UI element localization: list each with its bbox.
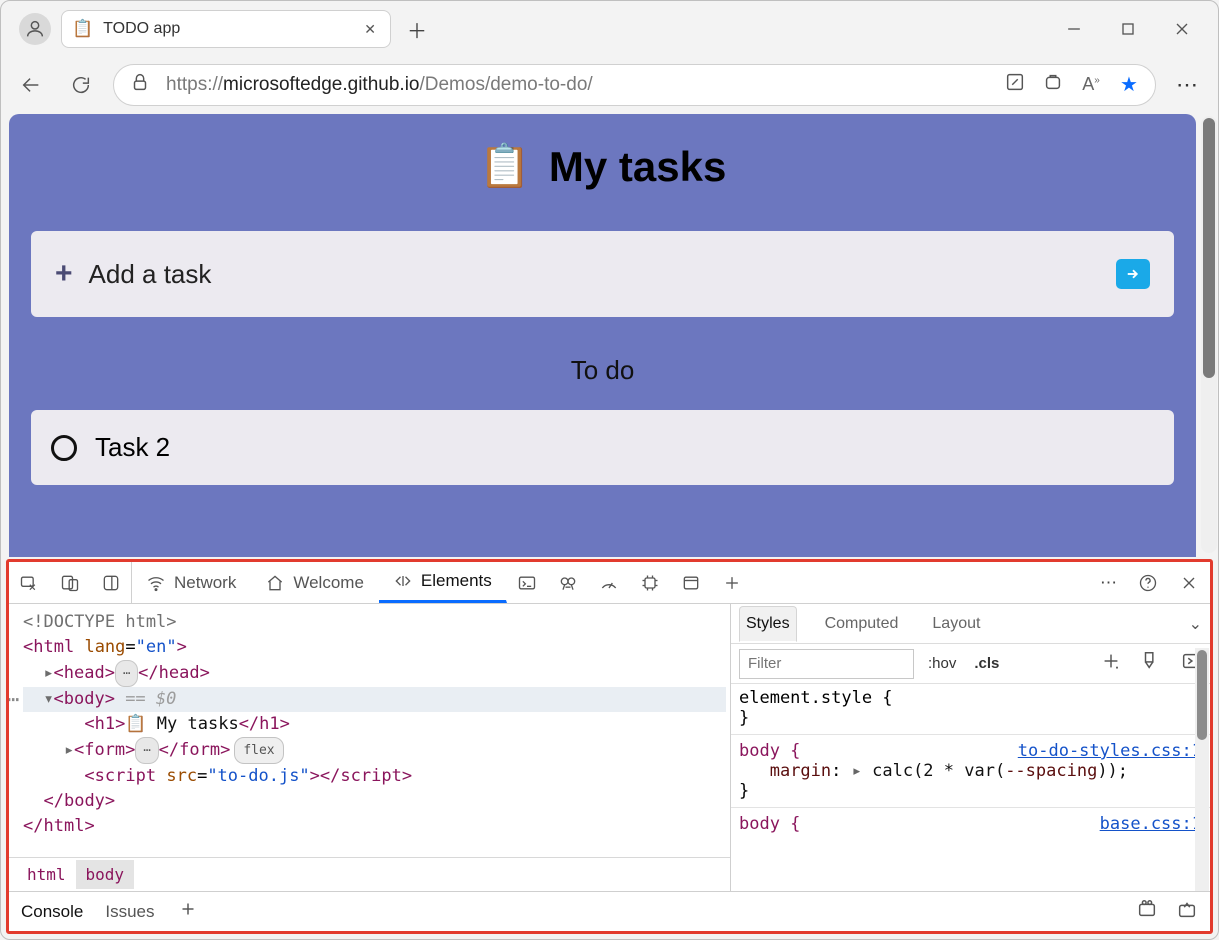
page-title-text: My tasks [549,143,726,191]
tab-close-button[interactable]: ✕ [360,17,380,42]
dom-tree[interactable]: <!DOCTYPE html> <html lang="en"> ▸<head>… [9,604,730,891]
tab-welcome[interactable]: Welcome [251,562,379,603]
favorite-star-icon[interactable]: ★ [1117,72,1141,97]
tab-label: Elements [421,571,492,591]
lock-icon[interactable] [128,71,152,98]
cls-toggle[interactable]: .cls [970,653,1003,674]
devtools-help-button[interactable] [1128,573,1169,593]
todo-app: 📋 My tasks + Add a task To do Task 2 [9,114,1196,557]
arrow-left-icon [20,74,42,96]
edit-icon[interactable] [1003,71,1027,98]
read-aloud-icon[interactable]: A» [1079,74,1103,95]
svg-text:▪: ▪ [1116,663,1119,672]
scrollbar-thumb[interactable] [1203,118,1215,378]
refresh-button[interactable] [63,67,99,103]
drawer-tab-console[interactable]: Console [21,902,83,922]
code-icon [393,571,413,591]
tab-network[interactable]: Network [132,562,251,603]
tab-console-icon[interactable] [507,562,548,603]
drawer-issues-icon[interactable] [1136,898,1158,925]
styles-pane: Styles Computed Layout ⌄ :hov .cls ▪ ele… [730,604,1210,891]
profile-avatar[interactable] [19,13,51,45]
css-rules[interactable]: element.style { } body {to-do-styles.css… [731,684,1210,891]
tab-memory-icon[interactable] [630,562,671,603]
styles-filter-input[interactable] [739,649,914,679]
tab-application-icon[interactable] [671,562,712,603]
url-text: https://microsoftedge.github.io/Demos/de… [166,74,989,96]
back-button[interactable] [13,67,49,103]
hov-toggle[interactable]: :hov [924,653,960,674]
clipboard-icon: 📋 [479,142,531,191]
devtools-body: <!DOCTYPE html> <html lang="en"> ▸<head>… [9,604,1210,891]
close-window-button[interactable] [1172,19,1192,39]
device-emulation-button[interactable] [50,562,91,603]
tab-elements[interactable]: Elements [379,562,507,603]
devtools-drawer: Console Issues [9,891,1210,931]
styles-tabs: Styles Computed Layout ⌄ [731,604,1210,644]
maximize-button[interactable] [1118,19,1138,39]
new-tab-button[interactable]: ＋ [399,11,435,47]
home-icon [265,573,285,593]
scrollbar[interactable] [1201,116,1217,553]
breadcrumb-html[interactable]: html [17,860,76,889]
inspect-element-button[interactable] [9,562,50,603]
add-tab-button[interactable] [712,562,753,603]
task-label: Task 2 [95,432,170,463]
plus-icon: + [55,257,73,291]
app-icon[interactable] [1041,71,1065,98]
window-controls [1064,19,1210,39]
css-source-link[interactable]: base.css:1 [1100,814,1202,834]
tab-styles[interactable]: Styles [739,606,797,642]
drawer-tab-issues[interactable]: Issues [105,902,154,922]
drawer-expand-icon[interactable] [1176,898,1198,925]
dock-side-button[interactable] [91,562,132,603]
breadcrumb-body[interactable]: body [76,860,135,889]
page-title: 📋 My tasks [31,142,1174,191]
task-row[interactable]: Task 2 [31,410,1174,485]
styles-scrollbar[interactable] [1195,648,1209,891]
dom-doctype: <!DOCTYPE html> [23,612,177,632]
devtools: Network Welcome Elements ⋯ <!DOCTYPE htm… [6,559,1213,934]
wifi-icon [146,573,166,593]
arrow-right-icon [1124,265,1142,283]
scrollbar-thumb[interactable] [1197,650,1207,740]
browser-titlebar: 📋 TODO app ✕ ＋ [1,1,1218,57]
tab-title: TODO app [103,20,180,38]
dom-breadcrumb[interactable]: html body [9,857,730,891]
refresh-icon [70,74,92,96]
devtools-close-button[interactable] [1169,573,1210,593]
settings-more-button[interactable]: ⋯ [1170,67,1206,103]
submit-button[interactable] [1116,259,1150,289]
minimize-button[interactable] [1064,19,1084,39]
tab-computed[interactable]: Computed [819,607,905,641]
add-task-placeholder: Add a task [89,259,212,290]
checkbox-circle-icon[interactable] [51,435,77,461]
tab-label: Welcome [293,573,364,593]
dom-selected-node[interactable]: ⋯ ▾<body> == $0 [23,687,726,712]
rule-element-style: element.style { [739,688,1202,708]
devtools-more-button[interactable]: ⋯ [1090,573,1128,593]
toolbar: https://microsoftedge.github.io/Demos/de… [1,57,1218,112]
section-header: To do [31,355,1174,386]
add-task-input[interactable]: + Add a task [31,231,1174,317]
styles-toolbar: :hov .cls ▪ [731,644,1210,684]
viewport: 📋 My tasks + Add a task To do Task 2 [1,112,1218,557]
clipboard-icon: 📋 [72,19,93,39]
tab-sources-icon[interactable] [548,562,589,603]
new-style-rule-button[interactable]: ▪ [1100,650,1122,677]
drawer-add-tab[interactable] [177,898,199,925]
browser-tab[interactable]: 📋 TODO app ✕ [61,10,391,48]
person-icon [24,18,46,40]
tab-performance-icon[interactable] [589,562,630,603]
address-bar[interactable]: https://microsoftedge.github.io/Demos/de… [113,64,1156,106]
css-source-link[interactable]: to-do-styles.css:1 [1018,741,1202,761]
tab-label: Network [174,573,236,593]
toggle-common-rendering-button[interactable] [1140,650,1162,677]
expand-icon[interactable]: ⌄ [1189,614,1202,634]
devtools-tabbar: Network Welcome Elements ⋯ [9,562,1210,604]
tab-layout[interactable]: Layout [926,607,986,641]
